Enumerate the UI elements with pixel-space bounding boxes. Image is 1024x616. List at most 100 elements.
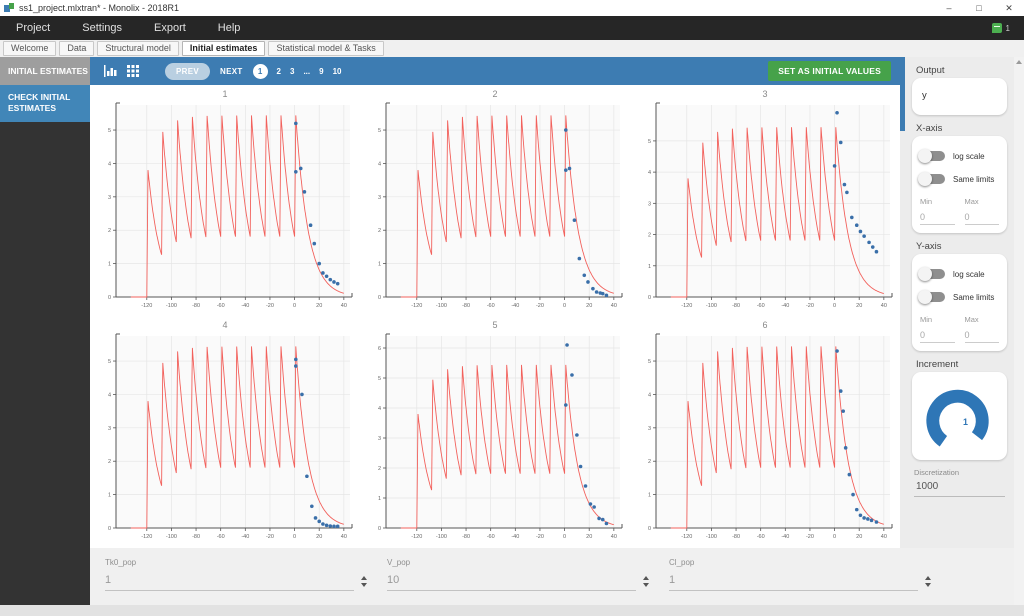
- tab-data[interactable]: Data: [59, 41, 95, 56]
- svg-text:3: 3: [108, 195, 111, 201]
- x-max-input[interactable]: 0: [964, 212, 999, 225]
- tab-structural-model[interactable]: Structural model: [97, 41, 179, 56]
- svg-text:0: 0: [378, 526, 381, 532]
- next-button[interactable]: NEXT: [220, 67, 243, 76]
- svg-text:3: 3: [378, 195, 381, 201]
- svg-text:-20: -20: [806, 303, 814, 309]
- set-as-initial-values-button[interactable]: SET AS INITIAL VALUES: [768, 61, 891, 81]
- svg-text:3: 3: [378, 436, 381, 442]
- tab-statistical-model-tasks[interactable]: Statistical model & Tasks: [268, 41, 384, 56]
- svg-text:-60: -60: [487, 534, 495, 540]
- stepper-down-icon[interactable]: [925, 583, 931, 587]
- svg-text:-20: -20: [806, 534, 814, 540]
- maximize-button[interactable]: □: [964, 0, 994, 16]
- y-log-scale-label: log scale: [953, 269, 985, 279]
- svg-text:5: 5: [648, 359, 651, 365]
- svg-text:-40: -40: [511, 534, 519, 540]
- menu-settings[interactable]: Settings: [66, 16, 138, 40]
- x-min-label: Min: [920, 197, 933, 206]
- panel-scrollbar[interactable]: [1014, 57, 1024, 616]
- svg-text:-80: -80: [462, 303, 470, 309]
- output-card: y: [912, 78, 1007, 115]
- subplot-title: 1: [222, 89, 228, 99]
- svg-text:4: 4: [648, 170, 651, 176]
- stepper-up-icon[interactable]: [643, 576, 649, 580]
- parameter-bar: Tk0_pop 1 V_pop 10 Cl_pop 1: [90, 548, 1014, 605]
- subplot-2: 2 -120 -100 -80 -60 -40 -20 0 20 40 0 1 2 3 4 5: [360, 85, 630, 316]
- menu-project[interactable]: Project: [0, 16, 66, 40]
- page-9[interactable]: 9: [319, 67, 323, 76]
- svg-text:4: 4: [378, 406, 381, 412]
- y-min-input[interactable]: 0: [920, 330, 955, 343]
- stepper-up-icon[interactable]: [361, 576, 367, 580]
- window-title: ss1_project.mlxtran* - Monolix - 2018R1: [19, 3, 180, 13]
- svg-text:-100: -100: [706, 534, 717, 540]
- svg-text:40: 40: [611, 534, 617, 540]
- y-log-scale-toggle[interactable]: [918, 267, 945, 281]
- increment-dial[interactable]: 1: [916, 377, 1003, 455]
- tk0-pop-stepper[interactable]: [361, 576, 367, 591]
- svg-text:-20: -20: [536, 534, 544, 540]
- svg-text:40: 40: [341, 303, 347, 309]
- param-label: Tk0_pop: [105, 558, 137, 567]
- page-2[interactable]: 2: [277, 67, 281, 76]
- stepper-down-icon[interactable]: [643, 583, 649, 587]
- close-button[interactable]: ✕: [994, 0, 1024, 16]
- tab-initial-estimates[interactable]: Initial estimates: [181, 41, 266, 56]
- output-section-label: Output: [916, 65, 945, 76]
- svg-text:-80: -80: [732, 534, 740, 540]
- svg-text:-60: -60: [757, 303, 765, 309]
- svg-text:1: 1: [378, 496, 381, 502]
- svg-text:2: 2: [648, 459, 651, 465]
- bottom-strip: [0, 605, 1024, 616]
- x-log-scale-toggle[interactable]: [918, 149, 945, 163]
- output-select[interactable]: y: [920, 86, 999, 107]
- svg-text:5: 5: [378, 128, 381, 134]
- y-same-limits-toggle[interactable]: [918, 290, 945, 304]
- cl-pop-input[interactable]: 1: [669, 574, 918, 591]
- svg-text:-60: -60: [217, 534, 225, 540]
- svg-text:-120: -120: [681, 534, 692, 540]
- svg-text:1: 1: [108, 493, 111, 499]
- v-pop-stepper[interactable]: [643, 576, 649, 591]
- v-pop-input[interactable]: 10: [387, 574, 636, 591]
- cl-pop-stepper[interactable]: [925, 576, 931, 591]
- x-min-input[interactable]: 0: [920, 212, 955, 225]
- page-10[interactable]: 10: [333, 67, 342, 76]
- tab-welcome[interactable]: Welcome: [3, 41, 57, 56]
- menubar: Project Settings Export Help 1: [0, 16, 1024, 40]
- scroll-up-icon[interactable]: [1014, 57, 1024, 67]
- svg-text:-100: -100: [436, 534, 447, 540]
- plots-toolbar: PREV NEXT 1 2 3 ... 9 10 SET AS INITIAL …: [90, 57, 905, 85]
- tk0-pop-input[interactable]: 1: [105, 574, 354, 591]
- menu-help[interactable]: Help: [202, 16, 257, 40]
- page-1[interactable]: 1: [252, 63, 268, 79]
- svg-text:2: 2: [108, 228, 111, 234]
- svg-text:2: 2: [378, 466, 381, 472]
- menu-export[interactable]: Export: [138, 16, 202, 40]
- toggle-knob: [918, 267, 932, 281]
- titlebar: ss1_project.mlxtran* - Monolix - 2018R1 …: [0, 0, 1024, 16]
- y-max-label: Max: [964, 315, 979, 324]
- stepper-down-icon[interactable]: [361, 583, 367, 587]
- svg-text:0: 0: [563, 303, 566, 309]
- notification-icon[interactable]: [991, 23, 1002, 33]
- svg-text:4: 4: [648, 392, 651, 398]
- chart-view-icon[interactable]: [104, 65, 117, 77]
- stepper-up-icon[interactable]: [925, 576, 931, 580]
- svg-text:6: 6: [378, 346, 381, 352]
- y-max-input[interactable]: 0: [964, 330, 999, 343]
- toggle-knob: [918, 172, 932, 186]
- svg-text:1: 1: [378, 262, 381, 268]
- svg-text:-100: -100: [706, 303, 717, 309]
- grid-view-icon[interactable]: [127, 65, 139, 77]
- minimize-button[interactable]: –: [934, 0, 964, 16]
- page-ellipsis: ...: [303, 66, 311, 76]
- prev-button[interactable]: PREV: [165, 62, 210, 80]
- svg-text:0: 0: [378, 295, 381, 301]
- discretization-input[interactable]: 1000: [914, 481, 1005, 497]
- sidebar-item-check-initial-estimates[interactable]: CHECK INITIAL ESTIMATES: [0, 85, 90, 122]
- svg-text:20: 20: [586, 534, 592, 540]
- x-same-limits-toggle[interactable]: [918, 172, 945, 186]
- page-3[interactable]: 3: [290, 67, 294, 76]
